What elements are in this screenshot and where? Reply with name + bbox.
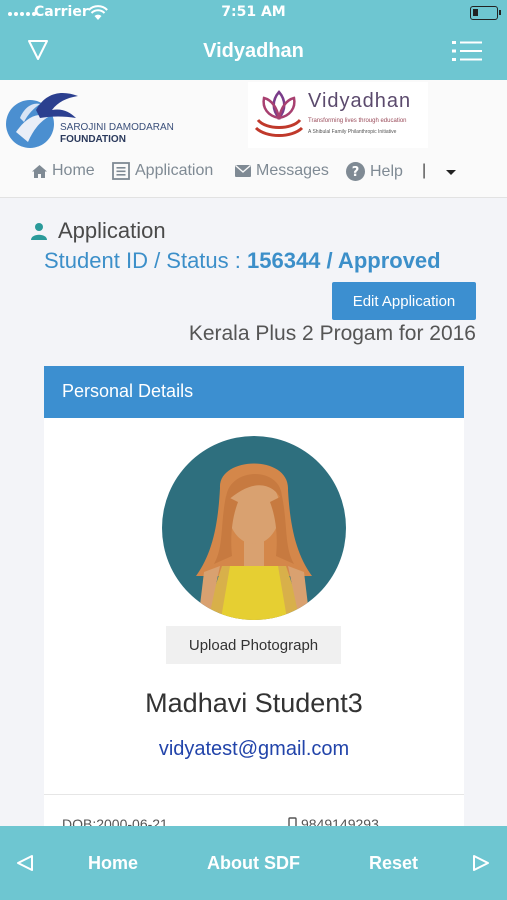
nav-messages-label: Messages [256,162,329,179]
chevron-down-icon[interactable] [446,170,456,175]
vidyadhan-logo-subtitle: A Shibulal Family Philanthropic Initiati… [308,129,397,135]
card-divider [44,794,464,795]
site-header: SAROJINI DAMODARAN FOUNDATION Vidyadhan … [0,80,507,198]
bottom-toolbar: Home About SDF Reset [0,826,507,900]
nav-help[interactable]: ? Help [346,162,403,181]
nav-help-label: Help [370,162,403,180]
home-button[interactable]: Home [88,853,138,874]
upload-photograph-button[interactable]: Upload Photograph [166,626,341,664]
personal-details-card: Personal Details Upload Photograph Madha… [44,366,464,832]
page-title: Application [30,218,166,244]
vidyadhan-logo-tagline: Transforming lives through education [308,118,407,124]
document-icon [112,162,130,180]
user-icon [31,223,47,240]
forward-arrow-icon[interactable] [472,854,490,872]
program-name: Kerala Plus 2 Progam for 2016 [188,322,476,345]
status-time: 7:51 AM [221,4,286,20]
student-name: Madhavi Student3 [145,688,363,718]
page-title-label: Application [58,218,166,243]
app-bar: Vidyadhan [0,26,507,80]
envelope-icon [235,165,251,177]
vidyadhan-lotus-emblem [254,90,304,137]
top-bar: Carrier 7:51 AM Vidyadhan [0,0,507,80]
menu-list-icon[interactable] [452,38,482,64]
app-title: Vidyadhan [203,40,304,62]
card-header: Personal Details [44,366,464,418]
reset-button[interactable]: Reset [369,853,418,874]
back-arrow-icon[interactable] [16,854,34,872]
nav-application[interactable]: Application [112,162,213,180]
nav-home-label: Home [52,162,95,179]
student-status: Student ID / Status : 156344 / Approved [44,248,441,274]
avatar [162,436,346,620]
status-bar: Carrier 7:51 AM [0,0,507,26]
edit-application-button[interactable]: Edit Application [332,282,476,320]
vidyadhan-logo-name: Vidyadhan [308,90,412,112]
nav-separator: | [422,162,427,179]
nav-messages[interactable]: Messages [235,162,329,180]
svg-text:?: ? [352,165,360,180]
nav-application-label: Application [135,162,214,179]
student-status-value: 156344 / Approved [247,248,441,273]
top-nav: Home Application Messages ? Help | [0,158,507,188]
battery-icon [470,6,501,20]
sdf-logo-line1: SAROJINI DAMODARAN [60,122,174,133]
home-icon [32,164,47,178]
help-icon: ? [346,162,365,181]
vidyadhan-logo: Vidyadhan Transforming lives through edu… [248,82,428,148]
sdf-logo: SAROJINI DAMODARAN FOUNDATION [6,88,176,150]
sdf-logo-line2: FOUNDATION [60,134,126,145]
about-sdf-button[interactable]: About SDF [207,853,300,874]
nav-home[interactable]: Home [32,162,95,180]
student-status-prefix: Student ID / Status : [44,248,247,273]
student-email[interactable]: vidyatest@gmail.com [44,738,464,761]
